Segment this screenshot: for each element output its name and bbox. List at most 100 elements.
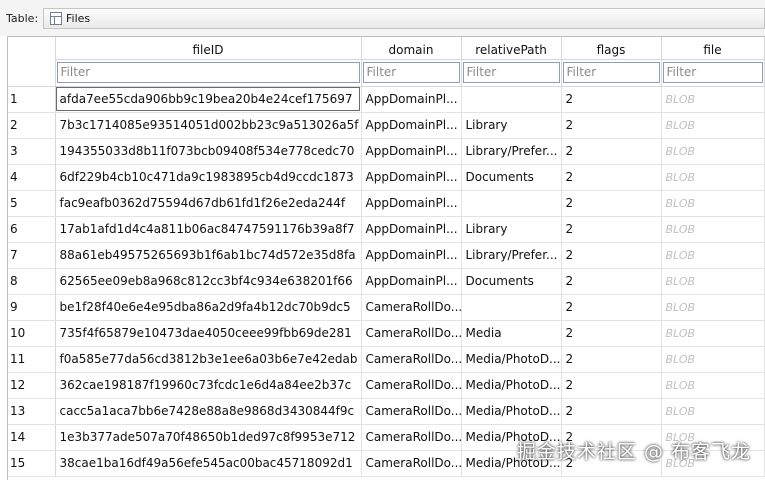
cell-flags[interactable]: 2 xyxy=(561,164,662,191)
cell-domain[interactable]: AppDomainPl... xyxy=(361,216,462,243)
cell-fileid[interactable]: fac9eafb0362d75594d67db61fd1f26e2eda244f xyxy=(55,190,362,217)
cell-domain[interactable]: CameraRollDo... xyxy=(361,294,462,321)
cell-fileid[interactable]: 88a61eb49575265693b1f6ab1bc74d572e35d8fa xyxy=(55,242,362,269)
table-row[interactable]: 3 194355033d8b11f073bcb09408f534e778cedc7… xyxy=(8,138,765,165)
cell-domain[interactable]: CameraRollDo... xyxy=(361,346,462,373)
cell-file[interactable]: BLOB xyxy=(661,268,765,295)
cell-fileid[interactable]: 38cae1ba16df49a56efe545ac00bac45718092d1 xyxy=(55,450,362,477)
cell-relativepath[interactable]: Media/PhotoD... xyxy=(461,372,562,399)
cell-relativepath[interactable]: Library/Prefer... xyxy=(461,138,562,165)
row-number[interactable]: 11 xyxy=(8,346,56,373)
row-number[interactable]: 13 xyxy=(8,398,56,425)
cell-relativepath[interactable]: Library xyxy=(461,216,562,243)
cell-domain[interactable]: AppDomainPl... xyxy=(361,190,462,217)
cell-domain[interactable]: CameraRollDo... xyxy=(361,450,462,477)
cell-file[interactable]: BLOB xyxy=(661,190,765,217)
row-number[interactable]: 6 xyxy=(8,216,56,243)
cell-flags[interactable]: 2 xyxy=(561,138,662,165)
cell-domain[interactable]: CameraRollDo... xyxy=(361,372,462,399)
cell-domain[interactable]: CameraRollDo... xyxy=(361,424,462,451)
column-header-relativepath[interactable]: relativePath xyxy=(461,37,562,60)
row-number[interactable]: 9 xyxy=(8,294,56,321)
table-row[interactable]: 5 fac9eafb0362d75594d67db61fd1f26e2eda244… xyxy=(8,190,765,217)
table-row[interactable]: 6 17ab1afd1d4c4a811b06ac84747591176b39a8f… xyxy=(8,216,765,243)
cell-file[interactable]: BLOB xyxy=(661,216,765,243)
column-header-flags[interactable]: flags xyxy=(561,37,662,60)
filter-input-flags[interactable] xyxy=(562,61,660,83)
cell-flags[interactable]: 2 xyxy=(561,398,662,425)
cell-flags[interactable]: 2 xyxy=(561,268,662,295)
cell-file[interactable]: BLOB xyxy=(661,372,765,399)
column-header-domain[interactable]: domain xyxy=(361,37,462,60)
cell-fileid[interactable]: 362cae198187f19960c73fcdc1e6d4a84ee2b37c xyxy=(55,372,362,399)
row-number[interactable]: 7 xyxy=(8,242,56,269)
cell-file[interactable]: BLOB xyxy=(661,320,765,347)
row-number[interactable]: 1 xyxy=(8,86,56,113)
cell-relativepath[interactable]: Documents xyxy=(461,164,562,191)
cell-fileid[interactable]: 1e3b377ade507a70f48650b1ded97c8f9953e712 xyxy=(55,424,362,451)
cell-flags[interactable]: 2 xyxy=(561,112,662,139)
cell-fileid[interactable]: f0a585e77da56cd3812b3e1ee6a03b6e7e42edab xyxy=(55,346,362,373)
cell-file[interactable]: BLOB xyxy=(661,138,765,165)
cell-fileid[interactable]: 7b3c1714085e93514051d002bb23c9a513026a5f xyxy=(55,112,362,139)
row-number[interactable]: 8 xyxy=(8,268,56,295)
table-row[interactable]: 7 88a61eb49575265693b1f6ab1bc74d572e35d8f… xyxy=(8,242,765,269)
cell-domain[interactable]: AppDomainPl... xyxy=(361,86,462,113)
row-number[interactable]: 15 xyxy=(8,450,56,477)
cell-flags[interactable]: 2 xyxy=(561,216,662,243)
cell-domain[interactable]: CameraRollDo... xyxy=(361,320,462,347)
filter-input-domain[interactable] xyxy=(362,61,460,83)
cell-flags[interactable]: 2 xyxy=(561,242,662,269)
column-header-fileid[interactable]: fileID xyxy=(55,37,362,60)
cell-flags[interactable]: 2 xyxy=(561,320,662,347)
cell-flags[interactable]: 2 xyxy=(561,372,662,399)
cell-fileid[interactable]: 62565ee09eb8a968c812cc3bf4c934e638201f66 xyxy=(55,268,362,295)
row-number[interactable]: 4 xyxy=(8,164,56,191)
table-row[interactable]: 11 f0a585e77da56cd3812b3e1ee6a03b6e7e42ed… xyxy=(8,346,765,373)
cell-domain[interactable]: AppDomainPl... xyxy=(361,112,462,139)
cell-fileid[interactable]: 6df229b4cb10c471da9c1983895cb4d9ccdc1873 xyxy=(55,164,362,191)
cell-file[interactable]: BLOB xyxy=(661,164,765,191)
cell-relativepath[interactable]: Media xyxy=(461,320,562,347)
cell-file[interactable]: BLOB xyxy=(661,112,765,139)
cell-flags[interactable]: 2 xyxy=(561,294,662,321)
filter-input-fileid[interactable] xyxy=(56,61,360,83)
cell-domain[interactable]: AppDomainPl... xyxy=(361,242,462,269)
table-row[interactable]: 2 7b3c1714085e93514051d002bb23c9a513026a5… xyxy=(8,112,765,139)
cell-fileid[interactable]: be1f28f40e6e4e95dba86a2d9fa4b12dc70b9dc5 xyxy=(55,294,362,321)
cell-file[interactable]: BLOB xyxy=(661,86,765,113)
table-row[interactable]: 10 735f4f65879e10473dae4050ceee99fbb69de2… xyxy=(8,320,765,347)
column-header-file[interactable]: file xyxy=(661,37,765,60)
cell-relativepath[interactable]: Media/PhotoD... xyxy=(461,346,562,373)
cell-relativepath[interactable] xyxy=(461,294,562,321)
cell-domain[interactable]: AppDomainPl... xyxy=(361,268,462,295)
cell-file[interactable]: BLOB xyxy=(661,294,765,321)
cell-relativepath[interactable] xyxy=(461,86,562,113)
row-number[interactable]: 5 xyxy=(8,190,56,217)
table-row[interactable]: 8 62565ee09eb8a968c812cc3bf4c934e638201f6… xyxy=(8,268,765,295)
cell-fileid[interactable]: afda7ee55cda906bb9c19bea20b4e24cef175697 xyxy=(55,86,362,113)
row-number[interactable]: 12 xyxy=(8,372,56,399)
cell-fileid[interactable]: cacc5a1aca7bb6e7428e88a8e9868d3430844f9c xyxy=(55,398,362,425)
cell-flags[interactable]: 2 xyxy=(561,190,662,217)
cell-fileid[interactable]: 17ab1afd1d4c4a811b06ac84747591176b39a8f7 xyxy=(55,216,362,243)
cell-flags[interactable]: 2 xyxy=(561,346,662,373)
filter-input-file[interactable] xyxy=(662,61,763,83)
filter-input-relativepath[interactable] xyxy=(462,61,560,83)
table-row[interactable]: 13 cacc5a1aca7bb6e7428e88a8e9868d3430844f… xyxy=(8,398,765,425)
cell-domain[interactable]: AppDomainPl... xyxy=(361,138,462,165)
row-number[interactable]: 10 xyxy=(8,320,56,347)
table-selector[interactable]: Files xyxy=(43,8,765,29)
cell-relativepath[interactable]: Library xyxy=(461,112,562,139)
cell-relativepath[interactable]: Documents xyxy=(461,268,562,295)
cell-domain[interactable]: AppDomainPl... xyxy=(361,164,462,191)
table-row[interactable]: 12 362cae198187f19960c73fcdc1e6d4a84ee2b3… xyxy=(8,372,765,399)
table-row[interactable]: 9 be1f28f40e6e4e95dba86a2d9fa4b12dc70b9dc… xyxy=(8,294,765,321)
cell-flags[interactable]: 2 xyxy=(561,86,662,113)
row-number[interactable]: 14 xyxy=(8,424,56,451)
row-number[interactable]: 3 xyxy=(8,138,56,165)
cell-fileid[interactable]: 735f4f65879e10473dae4050ceee99fbb69de281 xyxy=(55,320,362,347)
cell-relativepath[interactable]: Library/Prefer... xyxy=(461,242,562,269)
cell-fileid[interactable]: 194355033d8b11f073bcb09408f534e778cedc70 xyxy=(55,138,362,165)
table-row[interactable]: 4 6df229b4cb10c471da9c1983895cb4d9ccdc187… xyxy=(8,164,765,191)
